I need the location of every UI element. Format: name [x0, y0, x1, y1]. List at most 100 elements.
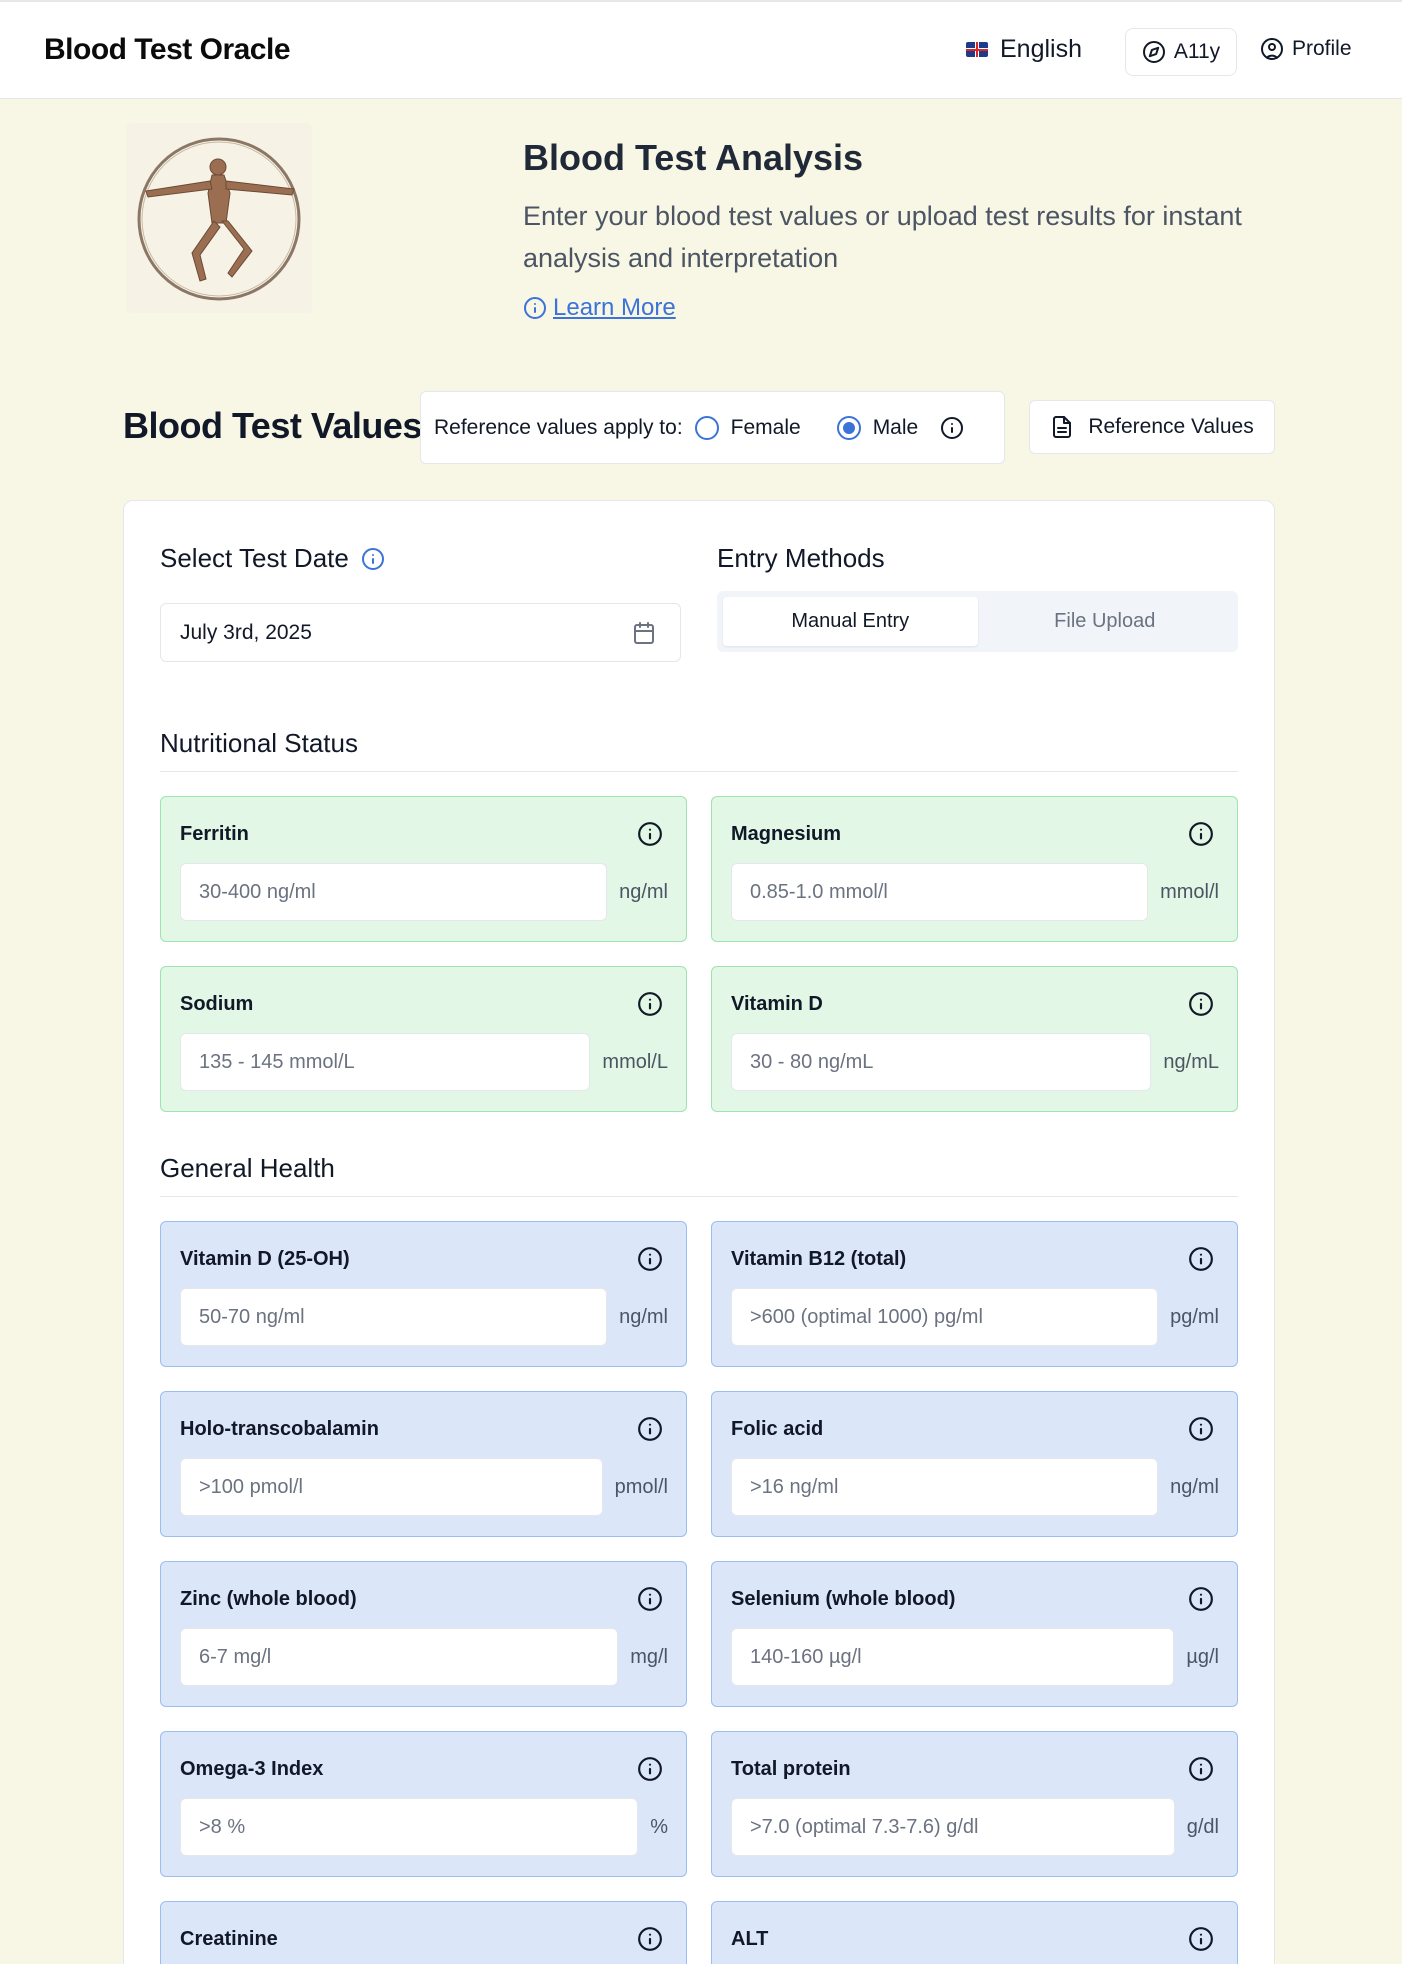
info-icon[interactable] [1188, 991, 1214, 1017]
info-icon[interactable] [637, 1246, 663, 1272]
radio-female-label: Female [730, 415, 801, 439]
test-name: Magnesium [731, 823, 842, 845]
learn-more-link[interactable]: Learn More [523, 294, 676, 322]
test-value-input[interactable] [180, 863, 608, 921]
test-name: Selenium (whole blood) [731, 1588, 956, 1610]
test-unit: ng/ml [1170, 1476, 1219, 1498]
test-value-input[interactable] [731, 1628, 1175, 1686]
test-card: Creatinine [160, 1901, 687, 1964]
document-icon [1053, 416, 1072, 438]
info-icon[interactable] [361, 547, 385, 571]
test-value-input[interactable] [180, 1798, 639, 1856]
info-icon[interactable] [637, 1756, 663, 1782]
accessibility-button[interactable]: A11y [1125, 28, 1237, 76]
tab-file-upload[interactable]: File Upload [978, 597, 1233, 646]
test-card: Sodium mmol/L [160, 966, 687, 1112]
reference-values-button[interactable]: Reference Values [1029, 400, 1275, 454]
reference-sex-selector: Reference values apply to: Female Male [420, 391, 1005, 464]
radio-male-control[interactable] [836, 415, 861, 440]
calendar-icon [634, 621, 654, 644]
user-circle-icon [1261, 38, 1283, 60]
info-icon[interactable] [940, 416, 964, 440]
info-icon[interactable] [1188, 1416, 1214, 1442]
vitruvian-man-illustration [126, 123, 312, 313]
test-unit: pmol/l [614, 1476, 668, 1498]
info-icon[interactable] [1188, 1926, 1214, 1952]
test-value-input[interactable] [180, 1033, 591, 1091]
info-icon[interactable] [1188, 1586, 1214, 1612]
radio-female-control[interactable] [694, 415, 719, 440]
language-label: English [1000, 35, 1082, 63]
section-title: Blood Test Values [123, 405, 422, 446]
test-value-input[interactable] [731, 1033, 1152, 1091]
test-unit: pg/ml [1170, 1306, 1219, 1328]
entry-methods-title: Entry Methods [717, 543, 885, 573]
accessibility-label: A11y [1173, 40, 1221, 63]
page-subtitle: Enter your blood test values or upload t… [523, 201, 1242, 273]
test-card: Vitamin D ng/mL [711, 966, 1238, 1112]
test-value-input[interactable] [180, 1458, 603, 1516]
info-icon[interactable] [1188, 821, 1214, 847]
test-name: Vitamin D (25-OH) [180, 1248, 350, 1270]
info-icon[interactable] [637, 821, 663, 847]
reference-label: Reference values apply to: [434, 415, 683, 439]
test-card: Vitamin B12 (total) pg/ml [711, 1221, 1238, 1367]
test-name: Folic acid [731, 1418, 824, 1440]
test-date-heading: Select Test Date [160, 543, 385, 574]
uk-flag-icon [966, 42, 988, 57]
radio-female[interactable]: Female [694, 415, 801, 440]
info-icon[interactable] [1188, 1246, 1214, 1272]
test-unit: mg/l [630, 1646, 668, 1668]
profile-button[interactable]: Profile [1260, 37, 1352, 61]
test-name: Vitamin B12 (total) [731, 1248, 907, 1270]
test-card: Ferritin ng/ml [160, 796, 687, 942]
radio-male[interactable]: Male [836, 415, 919, 440]
test-date-title: Select Test Date [160, 543, 349, 573]
info-icon[interactable] [637, 991, 663, 1017]
test-card: Vitamin D (25-OH) ng/ml [160, 1221, 687, 1367]
test-name: Sodium [180, 993, 254, 1015]
test-date-picker[interactable]: July 3rd, 2025 [160, 603, 681, 662]
test-unit: mmol/l [1160, 881, 1219, 903]
test-name: Creatinine [180, 1928, 278, 1950]
language-selector[interactable]: English [966, 35, 1082, 64]
reference-values-label: Reference Values [1088, 415, 1254, 438]
test-card: Magnesium mmol/l [711, 796, 1238, 942]
test-value-input[interactable] [180, 1628, 619, 1686]
section-divider [160, 1196, 1238, 1197]
info-icon[interactable] [637, 1586, 663, 1612]
test-date-value: July 3rd, 2025 [180, 620, 312, 644]
page-title: Blood Test Analysis [523, 137, 864, 178]
entry-method-tabs: Manual Entry File Upload [717, 591, 1238, 652]
info-icon[interactable] [637, 1926, 663, 1952]
test-card: Omega-3 Index% [160, 1731, 687, 1877]
test-value-input[interactable] [731, 863, 1149, 921]
radio-male-label: Male [872, 415, 919, 439]
app-brand[interactable]: Blood Test Oracle [44, 33, 291, 67]
test-name: Vitamin D [731, 993, 823, 1015]
section-divider [160, 771, 1238, 772]
test-value-input[interactable] [731, 1458, 1159, 1516]
test-unit: µg/l [1186, 1646, 1219, 1668]
nutritional-status-title: Nutritional Status [160, 728, 358, 758]
learn-more-label: Learn More [553, 294, 676, 321]
general-health-title: General Health [160, 1153, 335, 1183]
info-icon[interactable] [1188, 1756, 1214, 1782]
test-name: Omega-3 Index [180, 1758, 324, 1780]
test-value-input[interactable] [180, 1288, 608, 1346]
test-card: Zinc (whole blood) mg/l [160, 1561, 687, 1707]
top-navbar: Blood Test Oracle English A11y Profile [0, 0, 1402, 99]
test-name: Total protein [731, 1758, 851, 1780]
test-name: Holo-transcobalamin [180, 1418, 379, 1440]
test-name: Ferritin [180, 823, 249, 845]
test-unit: ng/ml [619, 1306, 668, 1328]
test-unit: mmol/L [602, 1051, 668, 1073]
test-unit: g/dl [1186, 1816, 1219, 1838]
test-card: Total protein g/dl [711, 1731, 1238, 1877]
test-value-input[interactable] [731, 1798, 1175, 1856]
test-value-input[interactable] [731, 1288, 1159, 1346]
info-icon[interactable] [637, 1416, 663, 1442]
test-name: Zinc (whole blood) [180, 1588, 357, 1610]
profile-label: Profile [1292, 37, 1352, 60]
tab-manual-entry[interactable]: Manual Entry [723, 597, 978, 646]
